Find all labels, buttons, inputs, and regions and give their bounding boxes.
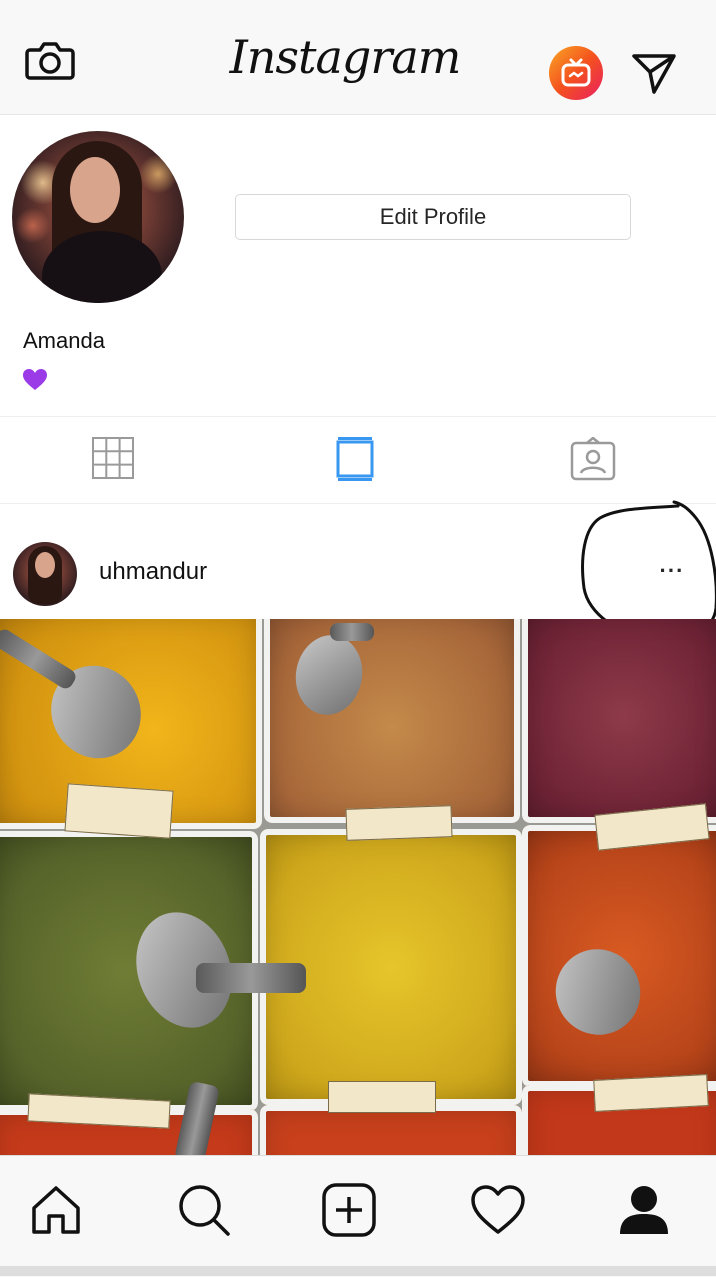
profile-tabs (0, 416, 716, 504)
feed-list-icon (336, 437, 374, 481)
post-author-avatar[interactable] (13, 542, 77, 606)
tab-grid[interactable] (0, 417, 236, 503)
post-username[interactable]: uhmandur (99, 558, 207, 586)
avatar-face (35, 552, 55, 578)
avatar-face (70, 157, 120, 223)
profile-icon[interactable] (616, 1182, 668, 1238)
home-indicator-strip (0, 1266, 716, 1276)
price-tag (328, 1081, 436, 1113)
post-photo[interactable] (0, 619, 716, 1155)
tagged-icon (570, 437, 616, 481)
spice-bin (522, 619, 716, 823)
tab-feed[interactable] (238, 417, 472, 503)
price-tag (345, 805, 453, 841)
igtv-icon[interactable] (549, 46, 603, 100)
scoop-handle (196, 963, 306, 993)
instagram-logo: Instagram (229, 30, 462, 84)
new-post-icon[interactable] (321, 1182, 376, 1238)
top-bar: Instagram (0, 0, 716, 115)
grid-icon (92, 437, 134, 479)
camera-icon[interactable] (24, 36, 76, 84)
spice-bin (264, 619, 520, 823)
tab-tagged[interactable] (474, 417, 716, 503)
purple-heart-icon (22, 367, 48, 393)
search-icon[interactable] (176, 1182, 230, 1238)
profile-avatar[interactable] (12, 131, 184, 303)
price-tag (64, 783, 174, 839)
profile-display-name: Amanda (23, 328, 105, 353)
paper-plane-icon[interactable] (628, 48, 680, 96)
bottom-navigation (0, 1155, 716, 1277)
home-icon[interactable] (30, 1182, 82, 1238)
activity-heart-icon[interactable] (470, 1182, 525, 1238)
scoop-handle (330, 623, 374, 641)
price-tag (593, 1074, 709, 1112)
edit-profile-button[interactable]: Edit Profile (235, 194, 631, 240)
